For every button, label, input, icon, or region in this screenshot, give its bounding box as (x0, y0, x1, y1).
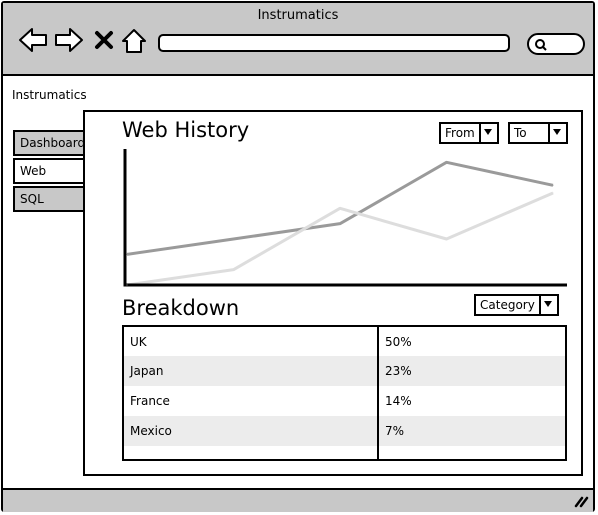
from-dropdown-button[interactable] (479, 124, 497, 142)
chevron-down-icon (484, 129, 492, 135)
tab-web[interactable]: Web (13, 158, 85, 184)
chevron-down-icon (544, 301, 552, 307)
table-row (123, 446, 566, 460)
country-cell: Mexico (123, 416, 379, 446)
chart-point (446, 238, 447, 240)
category-dropdown-label: Category (480, 298, 535, 312)
to-dropdown[interactable]: To (508, 122, 568, 144)
chart-point (233, 269, 234, 271)
to-dropdown-button[interactable] (548, 124, 566, 142)
chart-point (552, 184, 554, 186)
empty-cell (378, 446, 566, 460)
chart-point (446, 161, 447, 163)
chart-point (126, 253, 128, 255)
browser-window: Instrumatics Instrumatics Dashboard Web … (1, 1, 595, 512)
tab-sql[interactable]: SQL (13, 186, 85, 212)
chevron-down-icon (553, 129, 561, 135)
percent-cell: 14% (385, 394, 412, 408)
forward-arrow-icon[interactable] (54, 27, 84, 53)
category-dropdown-button[interactable] (539, 296, 557, 314)
resize-grip-icon[interactable] (573, 494, 589, 508)
from-dropdown-label: From (445, 126, 475, 140)
chart-point (126, 284, 128, 286)
category-dropdown[interactable]: Category (474, 294, 559, 316)
table-row: UK 50% (123, 326, 566, 356)
breakdown-title: Breakdown (122, 296, 240, 320)
search-icon (535, 39, 547, 51)
chart-series-line-1 (126, 191, 554, 287)
breakdown-table: UK 50% Japan 23% France 14% Mexico 7% (122, 325, 567, 461)
chart-point (339, 207, 341, 209)
web-history-title: Web History (122, 118, 250, 142)
table-row: Mexico 7% (123, 416, 566, 446)
chart-point (552, 192, 554, 194)
window-title: Instrumatics (257, 8, 339, 23)
back-arrow-icon[interactable] (18, 27, 48, 53)
table-row: France 14% (123, 386, 566, 416)
percent-cell: 50% (385, 334, 412, 349)
empty-cell (123, 446, 379, 460)
chart-point (339, 223, 341, 225)
url-input[interactable] (158, 34, 510, 52)
home-icon[interactable] (120, 27, 148, 55)
status-bar (3, 488, 593, 512)
country-cell: Japan (123, 356, 379, 386)
country-cell: UK (123, 326, 379, 356)
close-icon[interactable] (93, 27, 115, 53)
percent-cell: 23% (378, 356, 566, 386)
web-history-chart (123, 149, 567, 287)
to-dropdown-label: To (514, 126, 527, 140)
browser-search-field[interactable] (527, 33, 585, 55)
from-dropdown[interactable]: From (439, 122, 499, 144)
title-bar: Instrumatics (3, 3, 593, 76)
table-row: Japan 23% (123, 356, 566, 386)
country-cell: France (123, 386, 379, 416)
tab-dashboard[interactable]: Dashboard (13, 130, 85, 156)
percent-cell: 7% (378, 416, 566, 446)
app-label: Instrumatics (12, 88, 87, 102)
chart-point (233, 238, 234, 240)
